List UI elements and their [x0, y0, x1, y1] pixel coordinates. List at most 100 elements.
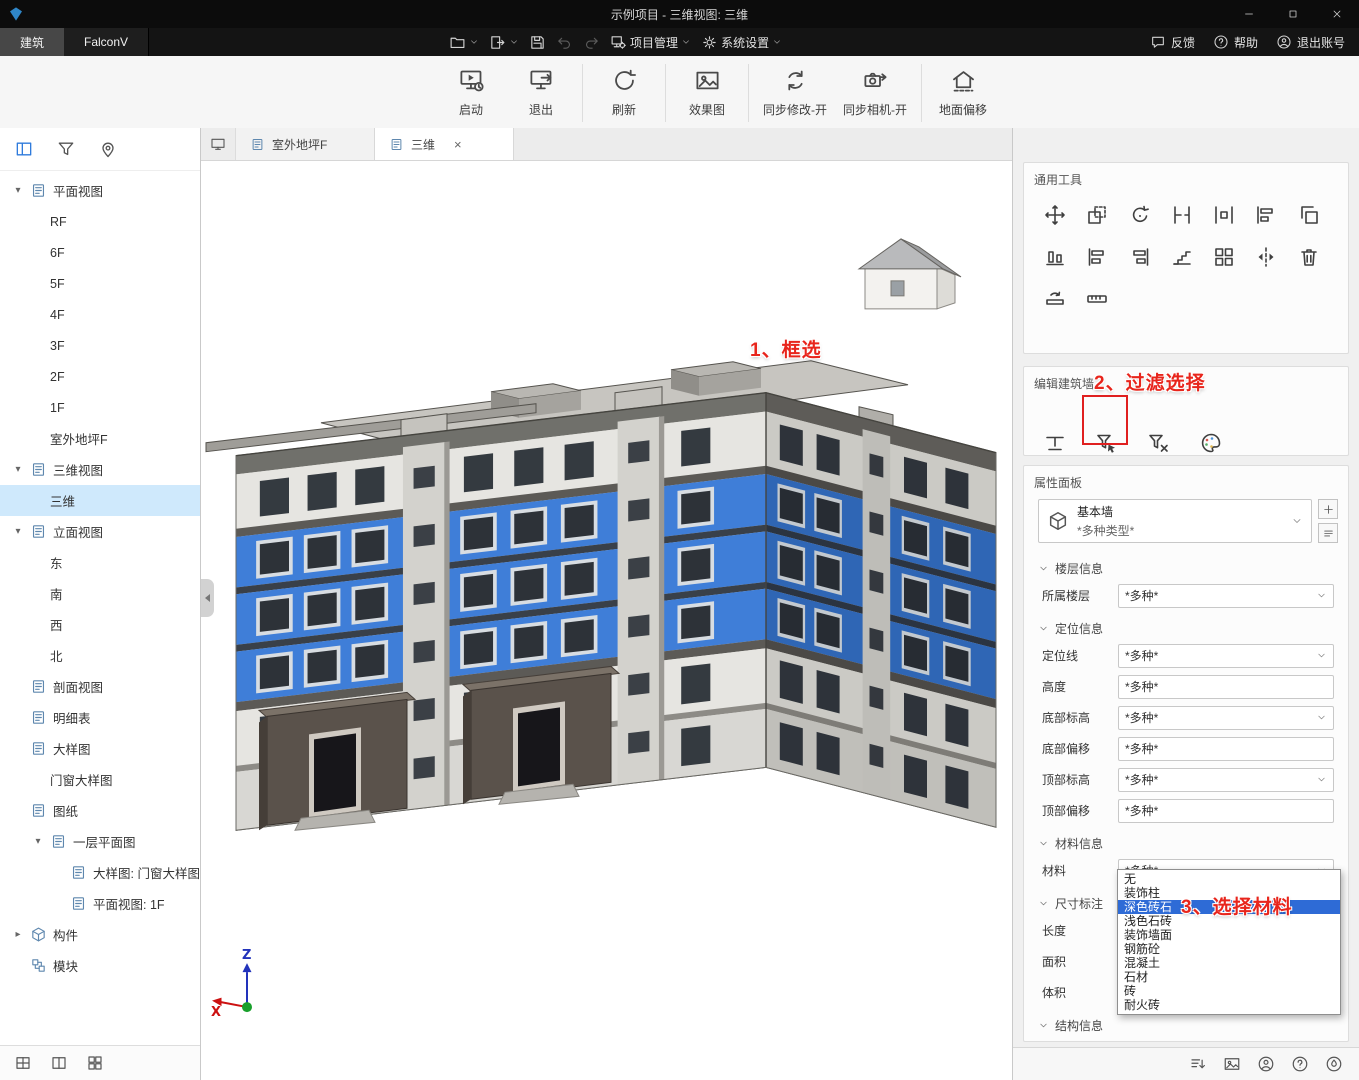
logout-button[interactable]: 退出账号 — [1276, 34, 1345, 51]
tree-item[interactable]: 西 — [0, 609, 200, 640]
tree-item[interactable]: 明细表 — [0, 702, 200, 733]
tree-item[interactable]: 1F — [0, 392, 200, 423]
tree-item[interactable]: 门窗大样图 — [0, 764, 200, 795]
ground-offset-button[interactable]: 地面偏移 — [928, 62, 998, 123]
rotate-tool-button[interactable] — [1127, 202, 1153, 228]
tree-item[interactable]: ▾三维视图 — [0, 454, 200, 485]
doc-tab-3d[interactable]: 三维 × — [375, 128, 514, 160]
3d-viewport[interactable]: Z X 1、框选 — [201, 161, 1012, 1080]
render-button[interactable]: 效果图 — [672, 62, 742, 123]
tree-item[interactable]: 模块 — [0, 950, 200, 981]
tree-item[interactable]: 三维 — [0, 485, 200, 516]
undo-button[interactable] — [556, 34, 573, 51]
refresh-button[interactable]: 刷新 — [589, 62, 659, 123]
grid-quad-icon[interactable] — [14, 1054, 32, 1072]
material-option[interactable]: 钢筋砼 — [1118, 942, 1340, 956]
minimize-button[interactable] — [1227, 0, 1271, 28]
add-type-button[interactable] — [1318, 499, 1338, 519]
bottom-offset-input[interactable]: *多种* — [1118, 737, 1334, 761]
section-floor-info[interactable]: 楼层信息 — [1024, 551, 1348, 580]
help-icon[interactable] — [1291, 1055, 1309, 1073]
grid-four-icon[interactable] — [86, 1054, 104, 1072]
tree-item[interactable]: 大样图: 门窗大样图 — [0, 857, 200, 888]
align-right-tool-button[interactable] — [1127, 244, 1153, 270]
flip-wall-tool-button[interactable] — [1042, 286, 1068, 312]
tree-item[interactable]: ▾立面视图 — [0, 516, 200, 547]
snapshot-icon[interactable] — [1223, 1055, 1241, 1073]
array-tool-button[interactable] — [1211, 244, 1237, 270]
save-button[interactable] — [529, 34, 546, 51]
tree-item[interactable]: 平面视图: 1F — [0, 888, 200, 919]
view-list-icon[interactable] — [1189, 1055, 1207, 1073]
top-level-select[interactable]: *多种* — [1118, 768, 1334, 792]
tree-item[interactable]: 4F — [0, 299, 200, 330]
align-edge-tool-button[interactable] — [1253, 202, 1279, 228]
material-dropdown[interactable]: 无装饰柱深色砖石浅色石砖装饰墙面钢筋砼混凝土石材砖耐火砖 — [1117, 869, 1341, 1015]
tree-item[interactable]: 东 — [0, 547, 200, 578]
feedback-button[interactable]: 反馈 — [1150, 34, 1195, 51]
section-position-info[interactable]: 定位信息 — [1024, 611, 1348, 640]
wall-type-selector[interactable]: 基本墙 *多种类型* — [1038, 499, 1312, 543]
sync-edit-toggle[interactable]: 同步修改-开 — [755, 62, 835, 123]
tree-item[interactable]: 北 — [0, 640, 200, 671]
material-option[interactable]: 混凝土 — [1118, 956, 1340, 970]
close-button[interactable] — [1315, 0, 1359, 28]
tree-item[interactable]: 室外地坪F — [0, 423, 200, 454]
top-offset-input[interactable]: *多种* — [1118, 799, 1334, 823]
copy-tool-button[interactable] — [1296, 202, 1322, 228]
move-tool-button[interactable] — [1042, 202, 1068, 228]
redo-button[interactable] — [583, 34, 600, 51]
tab-falconv[interactable]: FalconV — [64, 28, 149, 56]
delete-tool-button[interactable] — [1296, 244, 1322, 270]
trim-tool-button[interactable] — [1169, 202, 1195, 228]
tree-item[interactable]: 图纸 — [0, 795, 200, 826]
open-file-button[interactable] — [449, 34, 479, 51]
export-button[interactable] — [489, 34, 519, 51]
entrance-porch[interactable] — [463, 666, 619, 804]
collapse-arrow-icon[interactable]: ▸ — [12, 929, 24, 940]
doc-tab-ground[interactable]: 室外地坪F — [236, 128, 375, 160]
section-material-info[interactable]: 材料信息 — [1024, 826, 1348, 855]
grid-split-icon[interactable] — [50, 1054, 68, 1072]
view-switcher-button[interactable] — [201, 128, 236, 160]
tree-item[interactable]: 剖面视图 — [0, 671, 200, 702]
location-icon[interactable] — [1325, 1055, 1343, 1073]
align-bottom-tool-button[interactable] — [1042, 244, 1068, 270]
tree-item[interactable]: 6F — [0, 237, 200, 268]
launch-button[interactable]: 启动 — [436, 62, 506, 123]
wall-attach-button[interactable] — [1042, 430, 1068, 456]
house-model[interactable] — [859, 239, 961, 309]
tree-item[interactable]: ▸构件 — [0, 919, 200, 950]
3d-building-model[interactable]: Z X — [201, 161, 1012, 1080]
measure-tool-button[interactable] — [1084, 286, 1110, 312]
height-input[interactable]: *多种* — [1118, 675, 1334, 699]
tree-item[interactable]: ▾一层平面图 — [0, 826, 200, 857]
match-material-button[interactable] — [1198, 430, 1224, 456]
expand-arrow-icon[interactable]: ▾ — [12, 185, 24, 196]
material-option[interactable]: 无 — [1118, 872, 1340, 886]
material-option[interactable]: 砖 — [1118, 984, 1340, 998]
material-option[interactable]: 耐火砖 — [1118, 998, 1340, 1012]
filter-remove-button[interactable] — [1146, 430, 1172, 456]
account-icon[interactable] — [1257, 1055, 1275, 1073]
type-list-button[interactable] — [1318, 523, 1338, 543]
tab-architecture[interactable]: 建筑 — [0, 28, 64, 56]
entrance-porch[interactable] — [259, 692, 415, 830]
sidebar-collapse-handle[interactable] — [201, 579, 214, 617]
steps-array-tool-button[interactable] — [1169, 244, 1195, 270]
distribute-tool-button[interactable] — [1211, 202, 1237, 228]
project-management-menu[interactable]: 项目管理 — [610, 34, 691, 51]
sync-camera-toggle[interactable]: 同步相机-开 — [835, 62, 915, 123]
tree-item[interactable]: 大样图 — [0, 733, 200, 764]
close-tab-icon[interactable]: × — [454, 138, 462, 151]
floor-select[interactable]: *多种* — [1118, 584, 1334, 608]
material-option[interactable]: 装饰墙面 — [1118, 928, 1340, 942]
offset-tool-button[interactable] — [1084, 202, 1110, 228]
tree-item[interactable]: 5F — [0, 268, 200, 299]
help-button[interactable]: 帮助 — [1213, 34, 1258, 51]
expand-arrow-icon[interactable]: ▾ — [32, 836, 44, 847]
filter-icon[interactable] — [56, 139, 76, 159]
system-settings-menu[interactable]: 系统设置 — [701, 34, 782, 51]
expand-arrow-icon[interactable]: ▾ — [12, 526, 24, 537]
exit-button[interactable]: 退出 — [506, 62, 576, 123]
